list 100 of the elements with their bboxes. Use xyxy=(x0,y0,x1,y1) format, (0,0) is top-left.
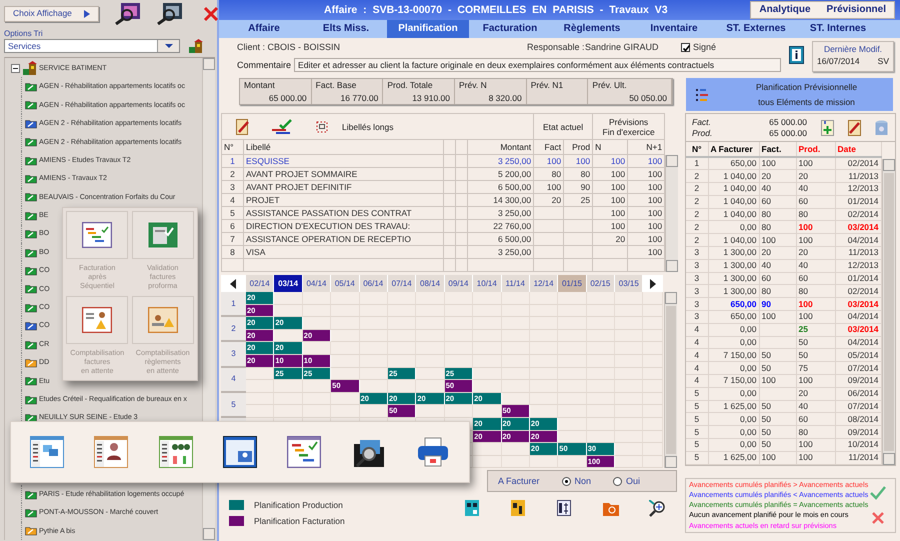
add-document-icon[interactable] xyxy=(821,120,834,136)
planning-panel[interactable]: Planification Prévisionnelle tous Eléments de mission xyxy=(686,78,893,111)
summary-value: 8 320.00 xyxy=(488,92,522,103)
column-header: A Facturer xyxy=(708,142,759,157)
table-cell: 40 xyxy=(796,400,835,413)
gantt-cell xyxy=(530,380,558,393)
table-cell: 80 xyxy=(796,284,835,298)
edit-icon[interactable] xyxy=(848,120,861,136)
column-header: Libellé xyxy=(244,140,444,155)
table-cell: 80 xyxy=(796,426,835,439)
zoom-icon[interactable] xyxy=(649,500,665,518)
edit-icon[interactable] xyxy=(236,118,250,135)
sort-select[interactable]: Services xyxy=(4,38,180,53)
radio-option[interactable]: Oui xyxy=(613,476,640,487)
info-icon[interactable] xyxy=(789,46,804,64)
table-cell: 80 xyxy=(564,168,593,181)
month-header[interactable]: 01/15 xyxy=(558,275,587,292)
summary-value: 13 910.00 xyxy=(411,92,450,103)
table-cell: 5 xyxy=(686,387,708,400)
month-header[interactable]: 12/14 xyxy=(530,275,558,292)
month-header[interactable]: 02/14 xyxy=(246,275,274,292)
gantt-cell xyxy=(615,443,644,456)
list-document-icon[interactable] xyxy=(557,500,573,518)
table-cell: ESQUISSE xyxy=(244,154,444,168)
row-number: 5 xyxy=(221,392,246,418)
table-cell: 50 xyxy=(759,426,796,439)
person-window-icon[interactable] xyxy=(94,436,128,468)
table-cell: 50 xyxy=(759,348,796,362)
building-icon[interactable] xyxy=(188,38,203,53)
tab[interactable]: ST. Externes xyxy=(715,20,797,38)
table-cell: 4 xyxy=(222,194,244,207)
month-header[interactable]: 05/14 xyxy=(331,275,360,292)
table-icon[interactable] xyxy=(465,500,481,518)
caret-right-icon[interactable] xyxy=(650,278,656,288)
month-header[interactable]: 07/14 xyxy=(388,275,416,292)
table-cell xyxy=(456,220,468,233)
scrollbar[interactable] xyxy=(882,159,894,465)
gantt-cell xyxy=(586,368,616,380)
month-header[interactable]: 10/14 xyxy=(473,275,502,292)
tab[interactable]: ST. Internes xyxy=(797,20,879,38)
close-icon[interactable] xyxy=(202,6,219,22)
caret-left-icon[interactable] xyxy=(230,278,236,288)
month-header[interactable]: 03/14 xyxy=(274,275,303,292)
table-cell xyxy=(564,232,593,246)
radio-option[interactable]: Non xyxy=(562,476,592,487)
summary-value: 50 050.00 xyxy=(628,92,668,103)
tab[interactable]: Facturation xyxy=(469,20,551,38)
column-header: Montant xyxy=(468,140,534,155)
month-header[interactable]: 08/14 xyxy=(416,275,445,292)
table-cell: 5 xyxy=(686,426,708,439)
gantt-cell xyxy=(416,354,445,368)
gantt-cell xyxy=(558,392,587,406)
scrollbar[interactable] xyxy=(665,155,678,272)
total-label: Fact. xyxy=(692,117,711,128)
month-header[interactable]: 11/14 xyxy=(502,275,530,292)
tab[interactable]: Elts Miss. xyxy=(305,20,387,38)
cancel-icon[interactable] xyxy=(870,510,884,525)
zoom-document-icon[interactable] xyxy=(112,2,141,25)
table-cell: 50 xyxy=(759,400,796,413)
gantt-cell xyxy=(302,304,332,318)
month-header[interactable]: 06/14 xyxy=(360,275,388,292)
total-value: 65 000.00 xyxy=(769,117,807,128)
table-cell: 09/2014 xyxy=(835,426,881,439)
month-header[interactable]: 03/15 xyxy=(615,275,644,292)
zoom-document-icon[interactable] xyxy=(154,2,183,25)
comment-field[interactable]: Editer et adresser au client la facture originale en deux exemplaires conformément aux éléments contractuels xyxy=(294,58,781,72)
tab[interactable]: Affaire xyxy=(223,20,305,38)
signed-checkbox[interactable] xyxy=(681,42,690,52)
table-cell: 100 xyxy=(759,310,796,324)
table-cell: 100 xyxy=(796,220,835,234)
group-window-icon[interactable] xyxy=(158,436,193,468)
month-header[interactable]: 02/15 xyxy=(586,275,616,292)
scrollbar[interactable] xyxy=(664,292,677,468)
header-button[interactable]: Prévisionnel xyxy=(826,4,886,16)
gantt-cell xyxy=(388,292,416,305)
long-labels-option[interactable]: Libellés longs xyxy=(342,122,394,132)
month-header[interactable]: 04/14 xyxy=(302,275,332,292)
folder-window-icon[interactable] xyxy=(222,436,257,468)
group-header: Etat actuel xyxy=(534,114,593,140)
tab[interactable]: Inventaire xyxy=(633,20,715,38)
window-icon[interactable] xyxy=(30,436,64,468)
table-cell: 60 xyxy=(759,195,796,208)
table-cell: 100 xyxy=(592,206,628,220)
tab[interactable]: Planification xyxy=(387,20,469,38)
check-icon[interactable] xyxy=(870,486,886,500)
month-header[interactable]: 09/14 xyxy=(444,275,474,292)
table-cell: 20 xyxy=(796,246,835,260)
gantt-cell xyxy=(444,405,474,418)
collapse-icon[interactable] xyxy=(11,64,20,73)
header-button[interactable]: Analytique xyxy=(759,4,811,16)
checklist-icon[interactable] xyxy=(287,436,322,468)
display-choice-button[interactable]: Choix Affichage xyxy=(4,6,99,22)
tab[interactable]: Règlements xyxy=(551,20,633,38)
folder-icon[interactable] xyxy=(603,500,619,518)
printer-icon[interactable] xyxy=(416,436,450,468)
table-cell: 650,00 xyxy=(708,157,759,170)
gantt-cell xyxy=(586,317,616,330)
check-icon[interactable] xyxy=(272,118,294,135)
table-cell: 650,00 xyxy=(708,310,759,324)
frame-icon[interactable] xyxy=(316,120,328,133)
